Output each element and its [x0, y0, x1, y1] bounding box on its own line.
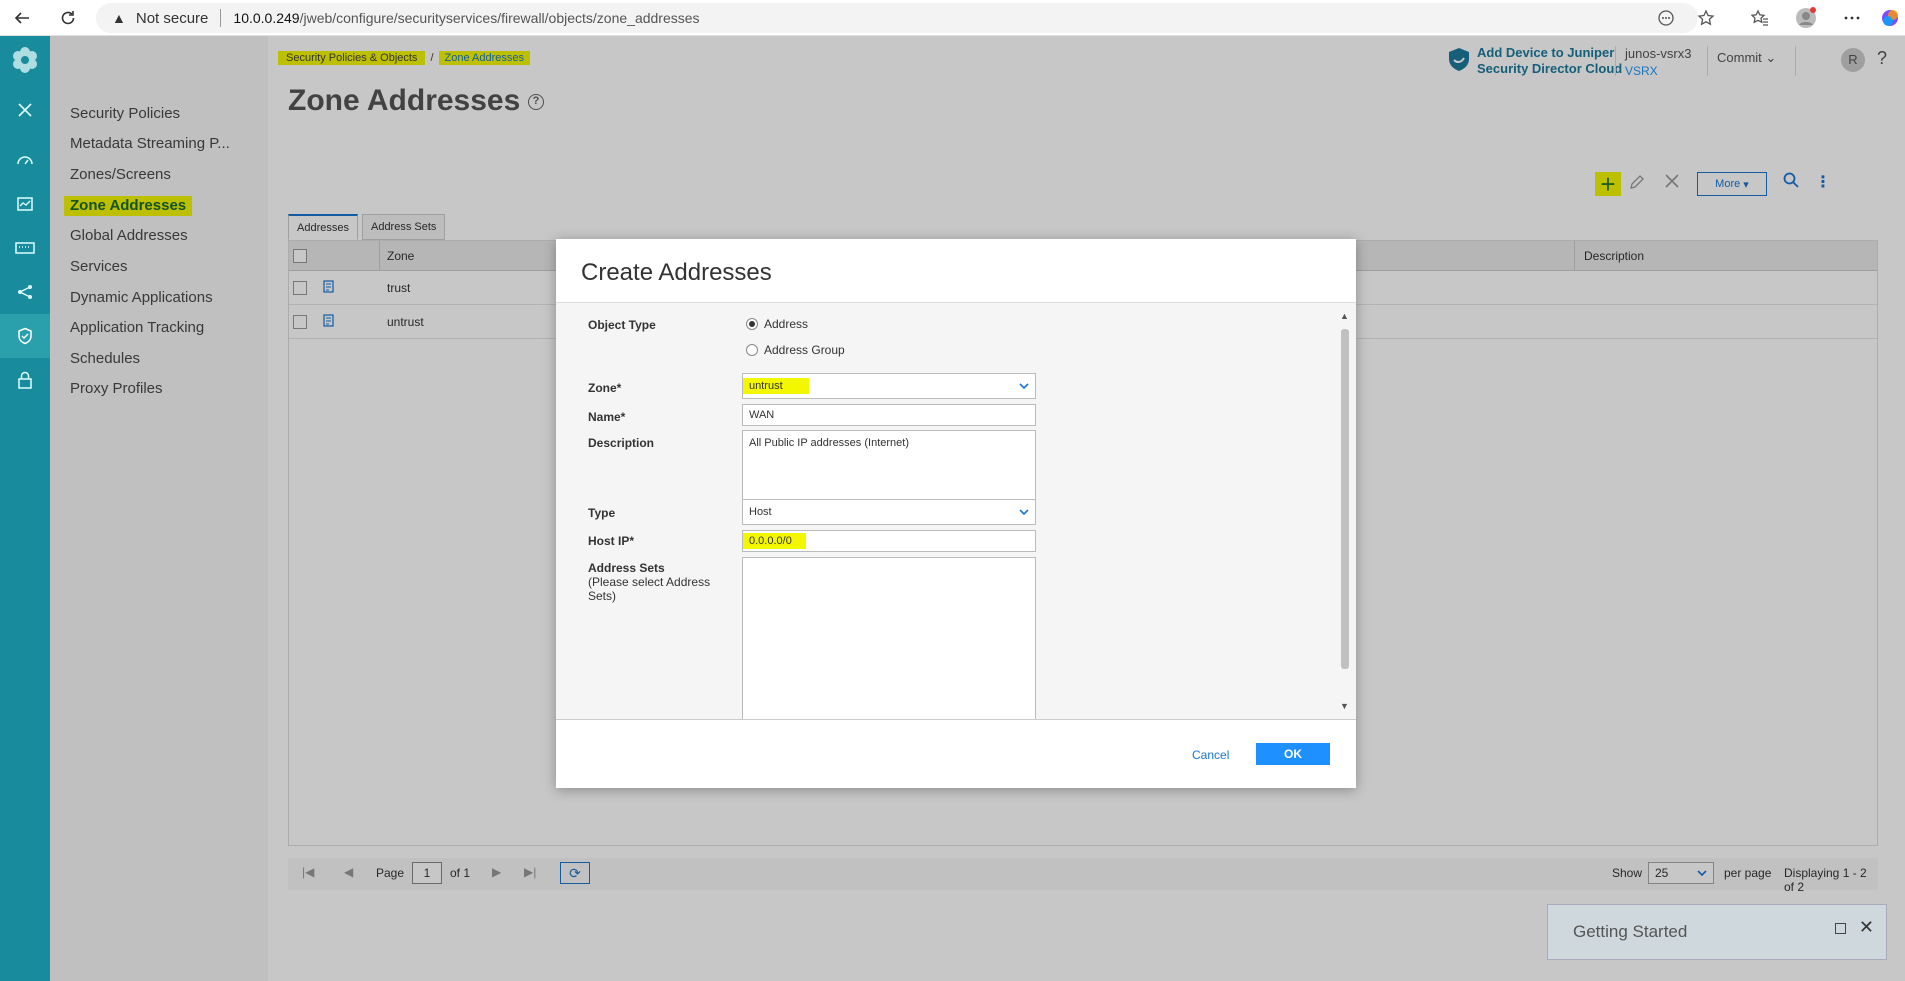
radio-address-group-label[interactable]: Address Group: [764, 343, 845, 357]
dialog-footer-divider: [556, 719, 1356, 720]
address-bar[interactable]: ▲ Not secure 10.0.0.249/jweb/configure/s…: [96, 3, 1698, 33]
scroll-down-icon[interactable]: ▼: [1340, 701, 1349, 711]
name-label: Name*: [588, 410, 626, 424]
security-shield-icon[interactable]: [0, 314, 50, 358]
device-icon[interactable]: [0, 226, 50, 270]
description-label: Description: [588, 436, 655, 450]
warning-icon: ▲: [112, 10, 126, 26]
chevron-down-icon: [1019, 383, 1029, 390]
restore-window-icon[interactable]: [1835, 923, 1846, 934]
star-icon[interactable]: [1694, 6, 1718, 30]
lock-icon[interactable]: [0, 358, 50, 402]
monitor-icon[interactable]: [0, 182, 50, 226]
dashboard-icon[interactable]: [0, 138, 50, 182]
reader-options-icon[interactable]: [1654, 6, 1678, 30]
cancel-button[interactable]: Cancel: [1192, 748, 1229, 762]
address-sets-listbox[interactable]: [742, 557, 1036, 719]
browser-toolbar: ▲ Not secure 10.0.0.249/jweb/configure/s…: [0, 0, 1905, 36]
not-secure-label: Not secure: [135, 9, 209, 27]
dialog-scrollbar[interactable]: ▲ ▼: [1340, 311, 1350, 711]
back-arrow-icon[interactable]: [10, 6, 34, 30]
network-icon[interactable]: [0, 270, 50, 314]
dialog-body: Object Type Address Address Group Zone* …: [556, 303, 1356, 719]
app-rail: [0, 36, 50, 981]
url-text[interactable]: 10.0.0.249/jweb/configure/securityservic…: [233, 10, 699, 26]
type-label: Type: [588, 506, 616, 520]
description-textarea[interactable]: All Public IP addresses (Internet): [742, 430, 1036, 504]
ok-button[interactable]: OK: [1256, 743, 1330, 765]
radio-address-group[interactable]: [746, 344, 758, 356]
juniper-logo-icon[interactable]: [0, 36, 50, 84]
browser-menu-icon[interactable]: [1840, 6, 1864, 30]
address-sets-label: Address Sets: [588, 561, 665, 575]
getting-started-title: Getting Started: [1573, 922, 1688, 941]
favorites-icon[interactable]: [1748, 6, 1772, 30]
close-nav-icon[interactable]: [0, 88, 50, 132]
address-separator: [220, 9, 222, 27]
host-ip-input[interactable]: 0.0.0.0/0: [742, 530, 1036, 552]
reload-icon[interactable]: [56, 6, 80, 30]
zone-select[interactable]: untrust: [742, 373, 1036, 399]
zone-label: Zone*: [588, 381, 622, 395]
address-sets-hint: (Please select Address Sets): [588, 575, 711, 603]
close-icon[interactable]: ✕: [1859, 917, 1874, 938]
create-addresses-dialog: Create Addresses Object Type Address Add…: [556, 239, 1356, 788]
radio-address-label[interactable]: Address: [764, 317, 808, 331]
dialog-title: Create Addresses: [581, 259, 772, 286]
type-select[interactable]: Host: [742, 499, 1036, 525]
object-type-label: Object Type: [588, 318, 656, 332]
profile-icon[interactable]: [1794, 6, 1818, 30]
chevron-down-icon: [1019, 509, 1029, 516]
host-ip-label: Host IP*: [588, 534, 635, 548]
radio-address[interactable]: [746, 318, 758, 330]
scroll-up-icon[interactable]: ▲: [1340, 311, 1349, 321]
scroll-thumb[interactable]: [1341, 329, 1349, 669]
getting-started-panel[interactable]: Getting Started ✕: [1547, 904, 1887, 960]
copilot-icon[interactable]: [1878, 6, 1902, 30]
name-input[interactable]: WAN: [742, 404, 1036, 426]
